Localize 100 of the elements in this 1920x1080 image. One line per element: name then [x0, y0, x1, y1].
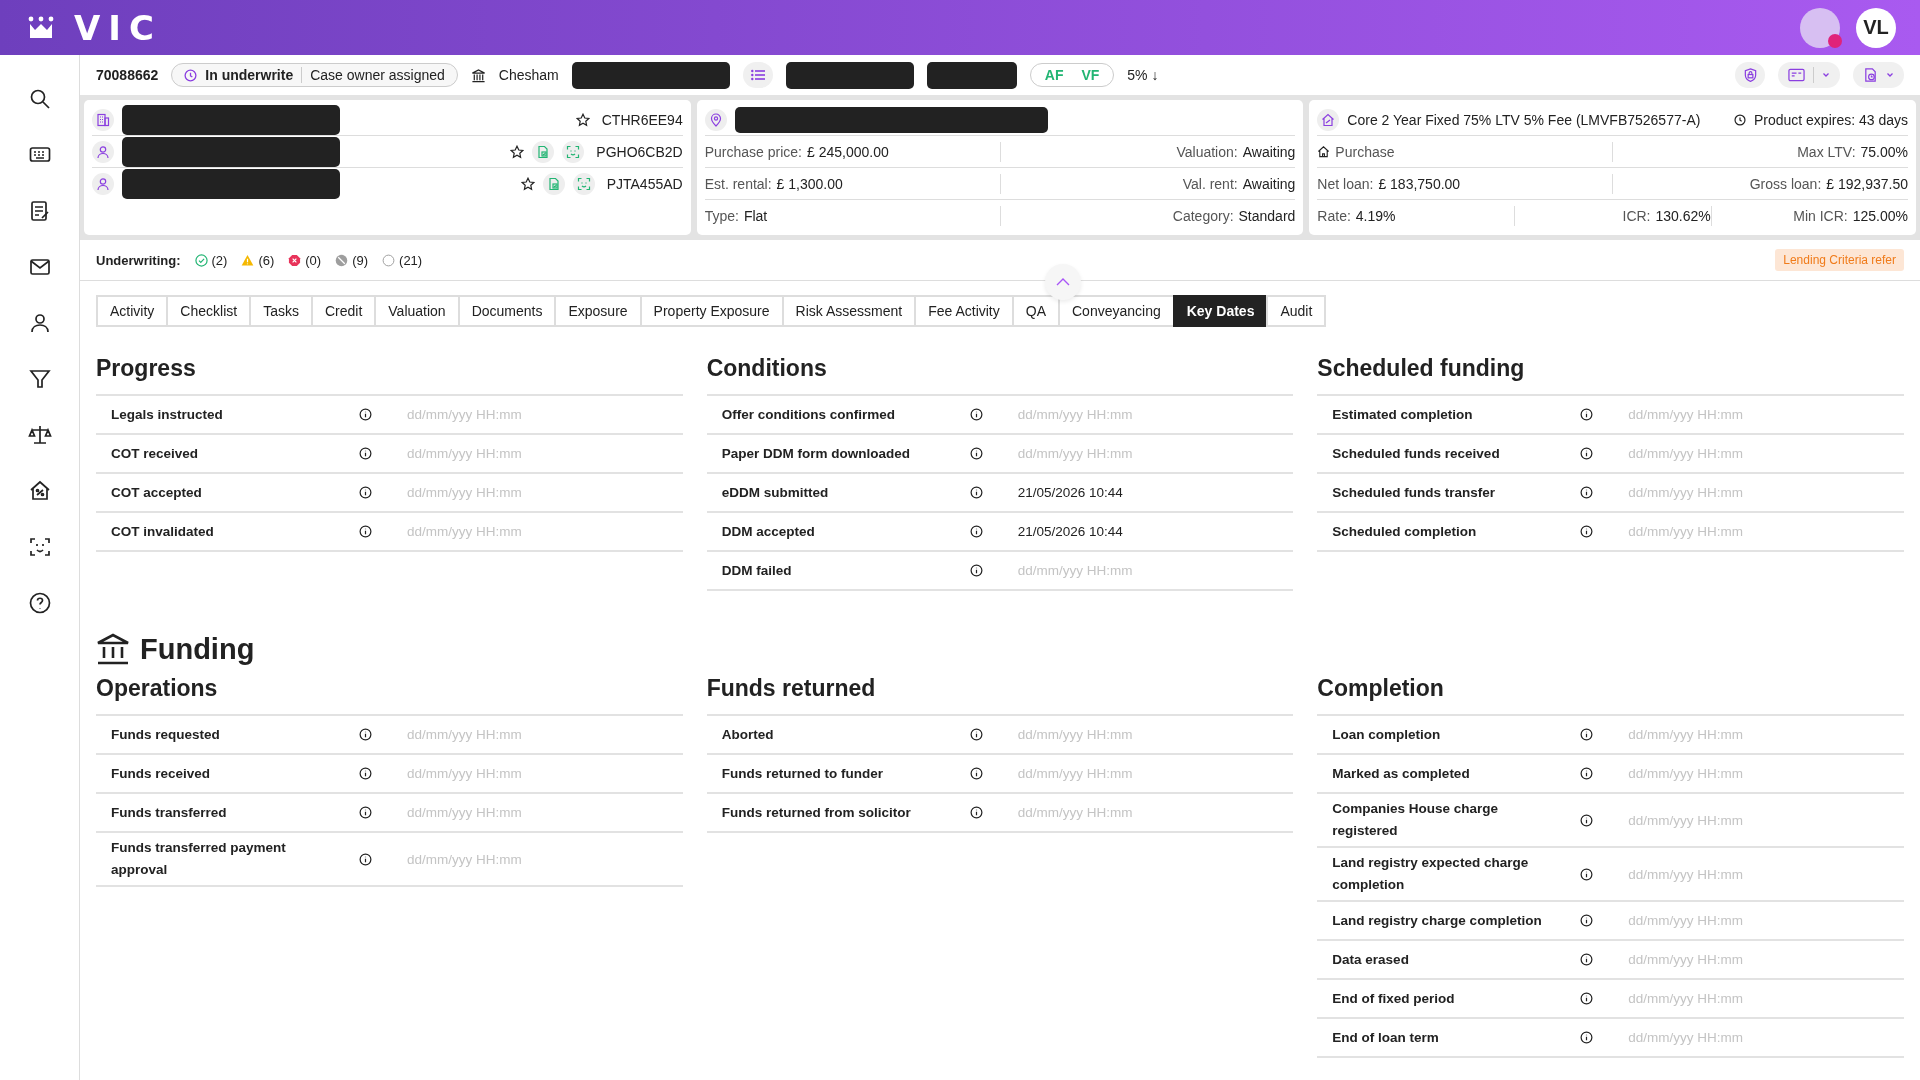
tab[interactable]: QA	[1011, 295, 1058, 327]
case-status: In underwrite	[205, 67, 294, 83]
tab[interactable]: Valuation	[374, 295, 458, 327]
date-input[interactable]: dd/mm/yyy HH:mm	[405, 804, 609, 821]
scales-icon[interactable]	[27, 423, 52, 447]
date-input[interactable]: dd/mm/yyy HH:mm	[1015, 726, 1220, 743]
info-icon[interactable]	[359, 408, 372, 421]
date-input[interactable]: dd/mm/yyy HH:mm	[1015, 406, 1220, 423]
card-view-button[interactable]	[1778, 62, 1840, 88]
tab[interactable]: Property Exposure	[639, 295, 782, 327]
date-input[interactable]: dd/mm/yyy HH:mm	[405, 523, 609, 540]
tab[interactable]: Audit	[1266, 295, 1327, 327]
tab[interactable]: Checklist	[166, 295, 250, 327]
info-icon[interactable]	[1580, 867, 1594, 881]
applicant-reference: CTHR6EE94	[601, 111, 683, 128]
date-input[interactable]: dd/mm/yyy HH:mm	[1626, 445, 1831, 462]
date-input[interactable]: dd/mm/yyy HH:mm	[1626, 811, 1831, 829]
notification-avatar[interactable]	[1800, 7, 1840, 48]
document-menu-button[interactable]	[1853, 62, 1904, 88]
field-value: 130.62%	[1655, 207, 1711, 224]
date-input[interactable]: dd/mm/yyy HH:mm	[1015, 804, 1220, 821]
info-icon[interactable]	[359, 486, 372, 499]
info-icon[interactable]	[1580, 728, 1594, 741]
info-icon[interactable]	[359, 767, 372, 780]
date-input[interactable]: dd/mm/yyy HH:mm	[1626, 484, 1831, 501]
date-input[interactable]: dd/mm/yyy HH:mm	[1626, 1029, 1831, 1046]
star-icon[interactable]	[510, 144, 525, 159]
filter-icon[interactable]	[27, 367, 52, 391]
tab[interactable]: Exposure	[554, 295, 640, 327]
document-check-icon[interactable]	[542, 172, 565, 195]
face-scan-icon[interactable]	[562, 140, 585, 163]
date-input[interactable]: dd/mm/yyy HH:mm	[1626, 951, 1831, 968]
date-input[interactable]: dd/mm/yyy HH:mm	[1626, 523, 1831, 540]
date-input[interactable]: dd/mm/yyy HH:mm	[405, 765, 609, 782]
info-icon[interactable]	[359, 728, 372, 741]
info-icon[interactable]	[359, 806, 372, 819]
branch-name: Chesham	[498, 67, 559, 83]
tab[interactable]: Activity	[96, 295, 167, 327]
date-input[interactable]: dd/mm/yyy HH:mm	[1626, 865, 1831, 883]
date-label: Legals instructed	[111, 405, 224, 424]
info-icon[interactable]	[969, 806, 983, 819]
tab[interactable]: Key Dates	[1172, 295, 1267, 327]
date-input[interactable]: dd/mm/yyy HH:mm	[1015, 562, 1220, 579]
info-icon[interactable]	[1580, 447, 1594, 460]
info-icon[interactable]	[1580, 953, 1594, 966]
face-icon[interactable]	[27, 535, 52, 559]
star-icon[interactable]	[575, 112, 590, 127]
date-input[interactable]: dd/mm/yyy HH:mm	[405, 445, 609, 462]
tab[interactable]: Conveyancing	[1058, 295, 1173, 327]
date-label: COT received	[111, 444, 200, 463]
info-icon[interactable]	[969, 486, 983, 499]
field-label: Category:	[1172, 207, 1234, 224]
document-check-icon[interactable]	[532, 140, 555, 163]
field-label: Valuation:	[1176, 143, 1238, 160]
info-icon[interactable]	[1580, 1031, 1594, 1044]
date-input[interactable]: dd/mm/yyy HH:mm	[405, 406, 609, 423]
tab[interactable]: Credit	[310, 295, 375, 327]
info-icon[interactable]	[1580, 992, 1594, 1005]
tab[interactable]: Tasks	[249, 295, 311, 327]
flag-label: AF	[1044, 67, 1064, 83]
tab[interactable]: Fee Activity	[914, 295, 1012, 327]
date-input[interactable]: dd/mm/yyy HH:mm	[1626, 726, 1831, 743]
info-icon[interactable]	[1580, 525, 1594, 538]
info-icon[interactable]	[1580, 408, 1594, 421]
info-icon[interactable]	[969, 525, 983, 538]
date-input[interactable]: dd/mm/yyy HH:mm	[1626, 406, 1831, 423]
info-icon[interactable]	[1580, 486, 1594, 499]
help-icon[interactable]	[27, 591, 52, 615]
info-icon[interactable]	[969, 564, 983, 577]
date-input[interactable]: dd/mm/yyy HH:mm	[1015, 765, 1220, 782]
date-input[interactable]: dd/mm/yyy HH:mm	[1626, 990, 1831, 1007]
info-icon[interactable]	[1580, 914, 1594, 927]
info-icon[interactable]	[359, 852, 372, 866]
star-icon[interactable]	[520, 176, 535, 191]
info-icon[interactable]	[1580, 767, 1594, 780]
date-input[interactable]: dd/mm/yyy HH:mm	[1626, 765, 1831, 782]
info-icon[interactable]	[969, 408, 983, 421]
date-input[interactable]: dd/mm/yyy HH:mm	[405, 484, 609, 501]
user-avatar[interactable]: VL	[1856, 7, 1896, 48]
date-input[interactable]: dd/mm/yyy HH:mm	[1626, 912, 1831, 929]
info-icon[interactable]	[1580, 813, 1594, 827]
status-pill[interactable]: In underwrite Case owner assigned	[171, 63, 458, 87]
date-input[interactable]: dd/mm/yyy HH:mm	[405, 726, 609, 743]
tab[interactable]: Documents	[457, 295, 555, 327]
date-input[interactable]: dd/mm/yyy HH:mm	[405, 850, 609, 868]
info-icon[interactable]	[969, 767, 983, 780]
security-button[interactable]	[1735, 62, 1765, 88]
info-icon[interactable]	[969, 728, 983, 741]
info-icon[interactable]	[969, 447, 983, 460]
date-label: Companies House charge registered	[1332, 800, 1500, 840]
date-label: Scheduled funds received	[1332, 444, 1501, 463]
face-scan-icon[interactable]	[572, 172, 595, 195]
date-input[interactable]: 21/05/2026 10:44	[1015, 484, 1220, 501]
tab[interactable]: Risk Assessment	[781, 295, 915, 327]
info-icon[interactable]	[359, 447, 372, 460]
field-value: 4.19%	[1355, 207, 1396, 224]
info-icon[interactable]	[359, 525, 372, 538]
date-input[interactable]: dd/mm/yyy HH:mm	[1015, 445, 1220, 462]
date-input[interactable]: 21/05/2026 10:44	[1015, 523, 1220, 540]
list-button[interactable]	[742, 62, 773, 88]
